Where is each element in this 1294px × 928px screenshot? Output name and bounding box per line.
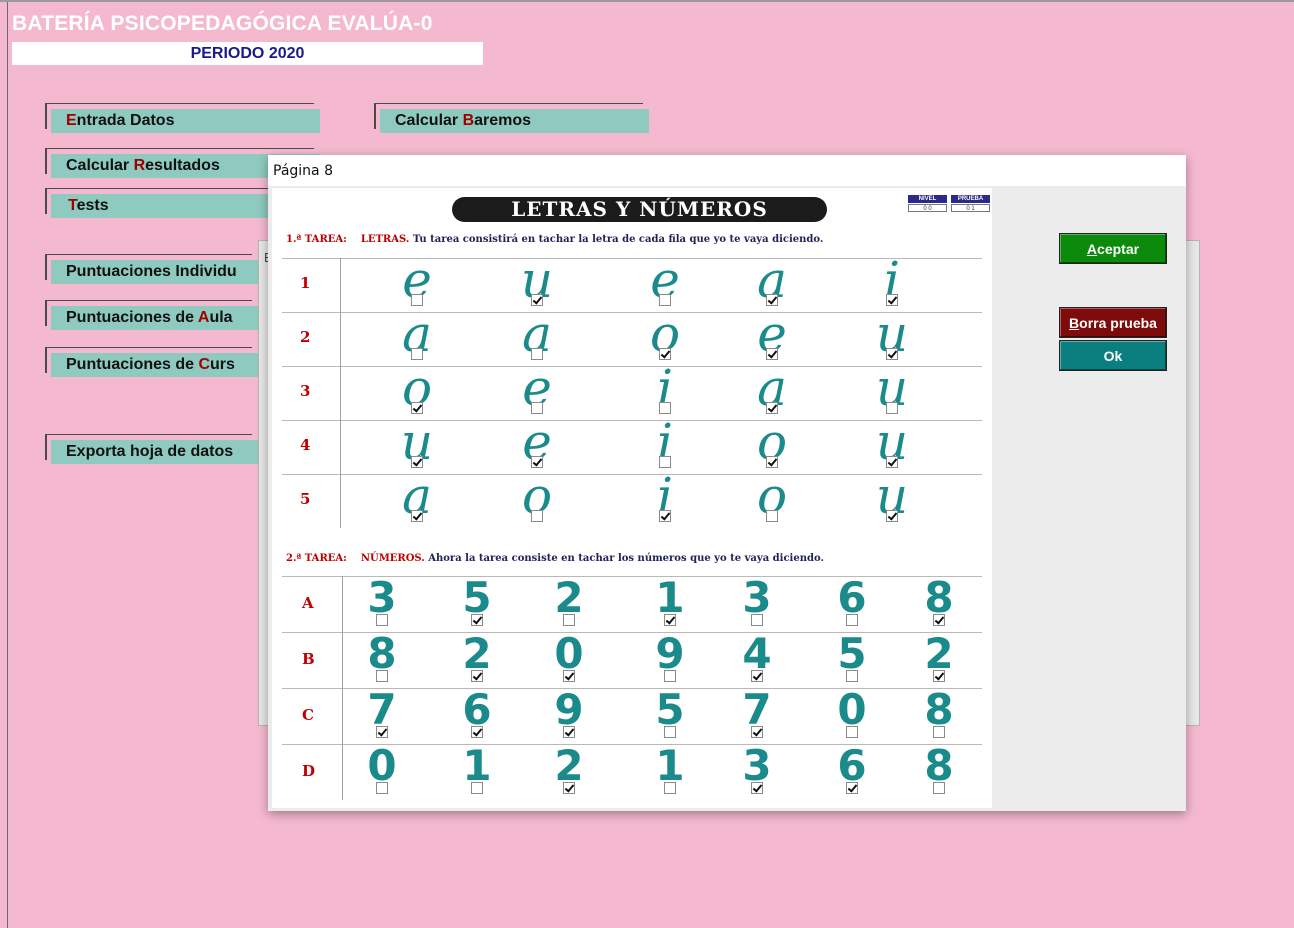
number-item: 8 <box>924 741 954 790</box>
number-item: 9 <box>554 685 584 734</box>
number-row-label: A <box>302 594 314 612</box>
number-item: 2 <box>924 629 954 678</box>
number-item: 1 <box>462 741 492 790</box>
nivel-value: 0 0 <box>908 204 947 212</box>
number-item: 3 <box>742 741 772 790</box>
number-checkbox[interactable] <box>563 614 575 626</box>
puntuaciones-individuales-button[interactable]: Puntuaciones Individu <box>45 254 258 284</box>
number-item: 1 <box>655 573 685 622</box>
number-item: 6 <box>837 741 867 790</box>
number-item: 2 <box>462 629 492 678</box>
number-checkbox[interactable] <box>471 782 483 794</box>
numbers-grid-divider <box>342 576 343 800</box>
number-checkbox[interactable] <box>933 726 945 738</box>
dialog-title: Página 8 <box>273 163 333 179</box>
number-checkbox[interactable] <box>471 726 483 738</box>
worksheet-page: LETRAS Y NÚMEROS NIVEL PRUEBA 0 0 0 1 1.… <box>272 188 992 808</box>
number-checkbox[interactable] <box>846 670 858 682</box>
page-dialog: Página 8 LETRAS Y NÚMEROS NIVEL PRUEBA 0… <box>268 155 1186 811</box>
number-checkbox[interactable] <box>471 670 483 682</box>
number-checkbox[interactable] <box>933 782 945 794</box>
number-row-label: D <box>302 762 316 780</box>
number-item: 8 <box>924 573 954 622</box>
number-checkbox[interactable] <box>376 726 388 738</box>
number-checkbox[interactable] <box>563 782 575 794</box>
letter-checkbox[interactable] <box>531 510 543 522</box>
number-checkbox[interactable] <box>664 670 676 682</box>
number-item: 0 <box>837 685 867 734</box>
nivel-prueba-box: NIVEL PRUEBA 0 0 0 1 <box>908 195 991 213</box>
puntuaciones-aula-button[interactable]: Puntuaciones de Aula <box>45 300 258 330</box>
ok-button[interactable]: Ok <box>1059 340 1167 371</box>
number-checkbox[interactable] <box>471 614 483 626</box>
number-checkbox[interactable] <box>376 670 388 682</box>
number-checkbox[interactable] <box>376 614 388 626</box>
number-item: 5 <box>837 629 867 678</box>
number-row-label: C <box>302 706 314 724</box>
number-row-label: B <box>302 650 315 668</box>
number-item: 8 <box>924 685 954 734</box>
app-title: BATERÍA PSICOPEDAGÓGICA EVALÚA-0 <box>12 12 433 35</box>
aceptar-button[interactable]: Aceptar <box>1059 233 1167 264</box>
borra-prueba-button[interactable]: Borra prueba <box>1059 307 1167 338</box>
exporta-hoja-button[interactable]: Exporta hoja de datos <box>45 434 258 464</box>
calcular-baremos-button[interactable]: Calcular Baremos <box>374 103 649 133</box>
number-item: 5 <box>462 573 492 622</box>
puntuaciones-curso-button[interactable]: Puntuaciones de Curs <box>45 347 258 377</box>
number-item: 7 <box>742 685 772 734</box>
entrada-datos-button[interactable]: Entrada Datos <box>45 103 320 133</box>
number-item: 6 <box>462 685 492 734</box>
number-checkbox[interactable] <box>846 614 858 626</box>
number-checkbox[interactable] <box>933 670 945 682</box>
number-item: 7 <box>367 685 397 734</box>
number-checkbox[interactable] <box>664 782 676 794</box>
number-checkbox[interactable] <box>846 726 858 738</box>
letter-row-label: 2 <box>300 328 311 346</box>
number-checkbox[interactable] <box>563 726 575 738</box>
number-item: 2 <box>554 573 584 622</box>
number-item: 1 <box>655 741 685 790</box>
dialog-titlebar: Página 8 <box>268 155 1186 186</box>
number-checkbox[interactable] <box>376 782 388 794</box>
window-left-border <box>7 2 8 928</box>
letters-grid-divider <box>340 258 341 528</box>
letter-checkbox[interactable] <box>411 510 423 522</box>
number-checkbox[interactable] <box>664 726 676 738</box>
window-top-border <box>0 0 1294 2</box>
letter-row-label: 1 <box>300 274 311 292</box>
number-item: 6 <box>837 573 867 622</box>
number-checkbox[interactable] <box>751 614 763 626</box>
number-checkbox[interactable] <box>563 670 575 682</box>
number-item: 2 <box>554 741 584 790</box>
number-checkbox[interactable] <box>846 782 858 794</box>
number-item: 9 <box>655 629 685 678</box>
letter-row-label: 5 <box>300 490 311 508</box>
letter-checkbox[interactable] <box>886 510 898 522</box>
number-checkbox[interactable] <box>933 614 945 626</box>
number-checkbox[interactable] <box>664 614 676 626</box>
number-item: 4 <box>742 629 772 678</box>
task1-instruction: 1.ª TAREA: LETRAS. Tu tarea consistirá en… <box>286 234 824 245</box>
number-item: 3 <box>742 573 772 622</box>
number-item: 8 <box>367 629 397 678</box>
number-item: 3 <box>367 573 397 622</box>
worksheet-title: LETRAS Y NÚMEROS <box>452 197 827 222</box>
number-checkbox[interactable] <box>751 670 763 682</box>
letter-row-label: 3 <box>300 382 311 400</box>
period-banner: PERIODO 2020 <box>12 42 483 65</box>
letter-row-label: 4 <box>300 436 311 454</box>
number-item: 0 <box>554 629 584 678</box>
number-item: 0 <box>367 741 397 790</box>
prueba-header: PRUEBA <box>951 195 990 203</box>
task2-instruction: 2.ª TAREA: NÚMEROS. Ahora la tarea consis… <box>286 553 824 564</box>
number-item: 5 <box>655 685 685 734</box>
nivel-header: NIVEL <box>908 195 947 203</box>
number-checkbox[interactable] <box>751 726 763 738</box>
number-checkbox[interactable] <box>751 782 763 794</box>
letter-checkbox[interactable] <box>659 510 671 522</box>
letter-checkbox[interactable] <box>766 510 778 522</box>
prueba-value: 0 1 <box>951 204 990 212</box>
